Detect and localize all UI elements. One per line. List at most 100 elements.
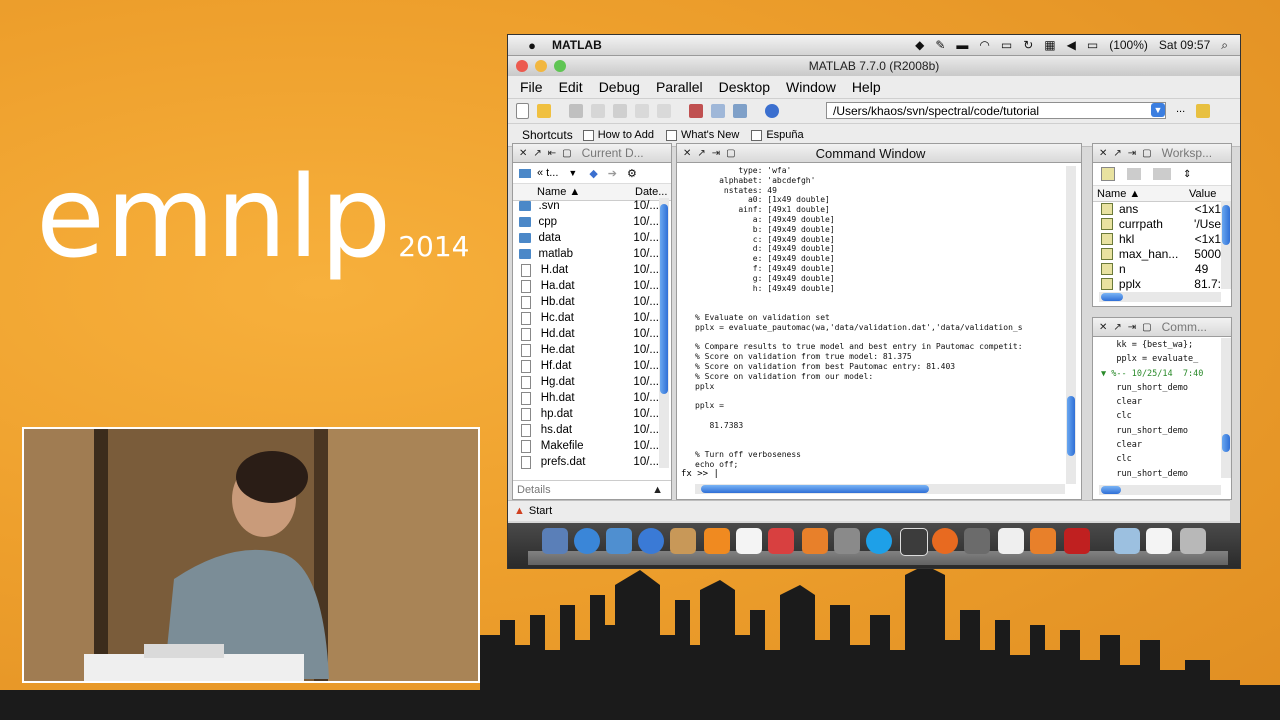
maximize-panel-icon[interactable]: ▢ <box>1142 148 1151 159</box>
file-list-item[interactable]: Hf.dat 10/... <box>513 358 659 374</box>
workspace-variable-row[interactable]: pplx 81.7: <box>1093 276 1221 291</box>
workspace-scrollbar[interactable] <box>1221 201 1231 289</box>
file-list-item[interactable]: Hb.dat 10/... <box>513 294 659 310</box>
undock-icon[interactable]: ↗ <box>1113 148 1121 159</box>
calendar-icon[interactable] <box>736 528 762 554</box>
workspace-variable-row[interactable]: hkl <1x1 <box>1093 231 1221 246</box>
profiler-icon[interactable] <box>733 104 747 118</box>
back-icon[interactable]: ◆ <box>589 167 597 180</box>
forward-icon[interactable]: ➔ <box>608 167 617 180</box>
file-list-item[interactable]: prefs.dat 10/... <box>513 454 659 470</box>
mail-icon[interactable] <box>606 528 632 554</box>
open-folder-icon[interactable] <box>537 104 551 118</box>
skype-icon[interactable] <box>866 528 892 554</box>
command-prompt[interactable]: fx >> | <box>681 469 719 479</box>
itunes-icon[interactable] <box>638 528 664 554</box>
file-list-item[interactable]: hp.dat 10/... <box>513 406 659 422</box>
menu-parallel[interactable]: Parallel <box>656 79 703 95</box>
dropbox-icon[interactable]: ◆ <box>915 38 924 52</box>
minimize-panel-icon[interactable]: ⇥ <box>1128 148 1136 159</box>
matlab-dock-icon-2[interactable] <box>1030 528 1056 554</box>
undock-icon[interactable]: ↗ <box>533 148 541 159</box>
open-variable-icon[interactable] <box>1127 168 1141 180</box>
zoom-window-button[interactable] <box>554 60 566 72</box>
screenshot-icon[interactable] <box>964 528 990 554</box>
redo-icon[interactable] <box>657 104 671 118</box>
new-file-icon[interactable] <box>516 103 529 119</box>
current-folder-field[interactable]: /Users/khaos/svn/spectral/code/tutorial <box>826 102 1166 119</box>
workspace-hscrollbar[interactable] <box>1099 292 1221 302</box>
display-icon[interactable]: ▭ <box>1001 38 1012 52</box>
minimize-panel-icon[interactable]: ⇥ <box>712 148 720 159</box>
file-list-item[interactable]: Ha.dat 10/... <box>513 278 659 294</box>
file-list-item[interactable]: hs.dat 10/... <box>513 422 659 438</box>
file-list-item[interactable]: Hd.dat 10/... <box>513 326 659 342</box>
command-window-scrollbar[interactable] <box>1066 166 1076 484</box>
chevron-up-icon[interactable]: ▲ <box>652 484 663 496</box>
minimize-panel-icon[interactable]: ⇤ <box>548 148 556 159</box>
finder-icon[interactable] <box>542 528 568 554</box>
start-button[interactable]: ▲ Start <box>514 505 552 517</box>
scroll-thumb[interactable] <box>660 204 668 394</box>
pen-icon[interactable]: ✎ <box>935 38 945 52</box>
shortcut-how-to-add[interactable]: How to Add <box>582 129 654 141</box>
minimize-panel-icon[interactable]: ⇥ <box>1128 322 1136 333</box>
app-icon[interactable] <box>900 528 928 556</box>
shortcut-espuna[interactable]: Espuña <box>751 129 804 141</box>
wifi-icon[interactable]: ◠ <box>979 38 989 52</box>
file-list-item[interactable]: Hh.dat 10/... <box>513 390 659 406</box>
undock-icon[interactable]: ↗ <box>1113 322 1121 333</box>
folder-nav-dropdown[interactable]: « t... <box>537 167 558 179</box>
matlab-dock-icon[interactable] <box>802 528 828 554</box>
workspace-variable-row[interactable]: ans <1x1 <box>1093 201 1221 216</box>
mac-app-name[interactable]: MATLAB <box>552 38 602 52</box>
close-panel-icon[interactable]: ✕ <box>519 148 527 159</box>
stack-dropdown-icon[interactable]: ⇕ <box>1183 169 1191 180</box>
paste-icon[interactable] <box>613 104 627 118</box>
copy-icon[interactable] <box>591 104 605 118</box>
history-entry[interactable]: ▼ %-- 10/25/14 7:40 <box>1101 367 1203 381</box>
maximize-panel-icon[interactable]: ▢ <box>726 148 735 159</box>
menu-file[interactable]: File <box>520 79 543 95</box>
scroll-thumb[interactable] <box>1222 205 1230 245</box>
column-date[interactable]: Date... <box>635 186 667 198</box>
history-entry[interactable]: run_short_demo <box>1101 467 1203 481</box>
file-list-item[interactable]: Makefile 10/... <box>513 438 659 454</box>
history-entry[interactable]: clc <box>1101 452 1203 466</box>
command-history-list[interactable]: kk = {best_wa}; pplx = evaluate_ ▼ %-- 10… <box>1101 338 1203 481</box>
firefox-icon[interactable] <box>932 528 958 554</box>
history-entry[interactable]: kk = {best_wa}; <box>1101 338 1203 352</box>
scroll-thumb[interactable] <box>1101 486 1121 494</box>
undo-icon[interactable] <box>635 104 649 118</box>
undock-icon[interactable]: ↗ <box>697 148 705 159</box>
history-hscrollbar[interactable] <box>1099 485 1221 495</box>
menu-window[interactable]: Window <box>786 79 836 95</box>
volume-icon[interactable]: ◀ <box>1067 38 1076 52</box>
command-window-hscrollbar[interactable] <box>695 484 1065 494</box>
scroll-thumb[interactable] <box>1222 434 1230 452</box>
safari-icon[interactable] <box>574 528 600 554</box>
acrobat-icon[interactable] <box>1064 528 1090 554</box>
file-list-item[interactable]: He.dat 10/... <box>513 342 659 358</box>
file-list-item[interactable]: data 10/... <box>513 230 659 246</box>
path-dropdown-icon[interactable]: ▼ <box>1151 103 1165 117</box>
file-list-item[interactable]: cpp 10/... <box>513 214 659 230</box>
file-list-item[interactable]: H.dat 10/... <box>513 262 659 278</box>
menu-help[interactable]: Help <box>852 79 881 95</box>
column-name[interactable]: Name ▲ <box>537 186 617 198</box>
vlc-icon[interactable] <box>704 528 730 554</box>
file-list-item[interactable]: matlab 10/... <box>513 246 659 262</box>
scroll-thumb[interactable] <box>701 485 929 493</box>
maximize-panel-icon[interactable]: ▢ <box>1142 322 1151 333</box>
file-list-item[interactable]: Hc.dat 10/... <box>513 310 659 326</box>
menu-edit[interactable]: Edit <box>559 79 583 95</box>
scroll-thumb[interactable] <box>1101 293 1123 301</box>
close-panel-icon[interactable]: ✕ <box>683 148 691 159</box>
menu-desktop[interactable]: Desktop <box>719 79 770 95</box>
battery-icon[interactable]: ▭ <box>1087 38 1098 52</box>
command-output[interactable]: type: 'wfa' alphabet: 'abcdefgh' nstates… <box>695 166 1063 470</box>
new-variable-icon[interactable] <box>1101 167 1115 181</box>
close-window-button[interactable] <box>516 60 528 72</box>
simulink-icon[interactable] <box>689 104 703 118</box>
apple-icon[interactable]: ● <box>522 38 542 53</box>
